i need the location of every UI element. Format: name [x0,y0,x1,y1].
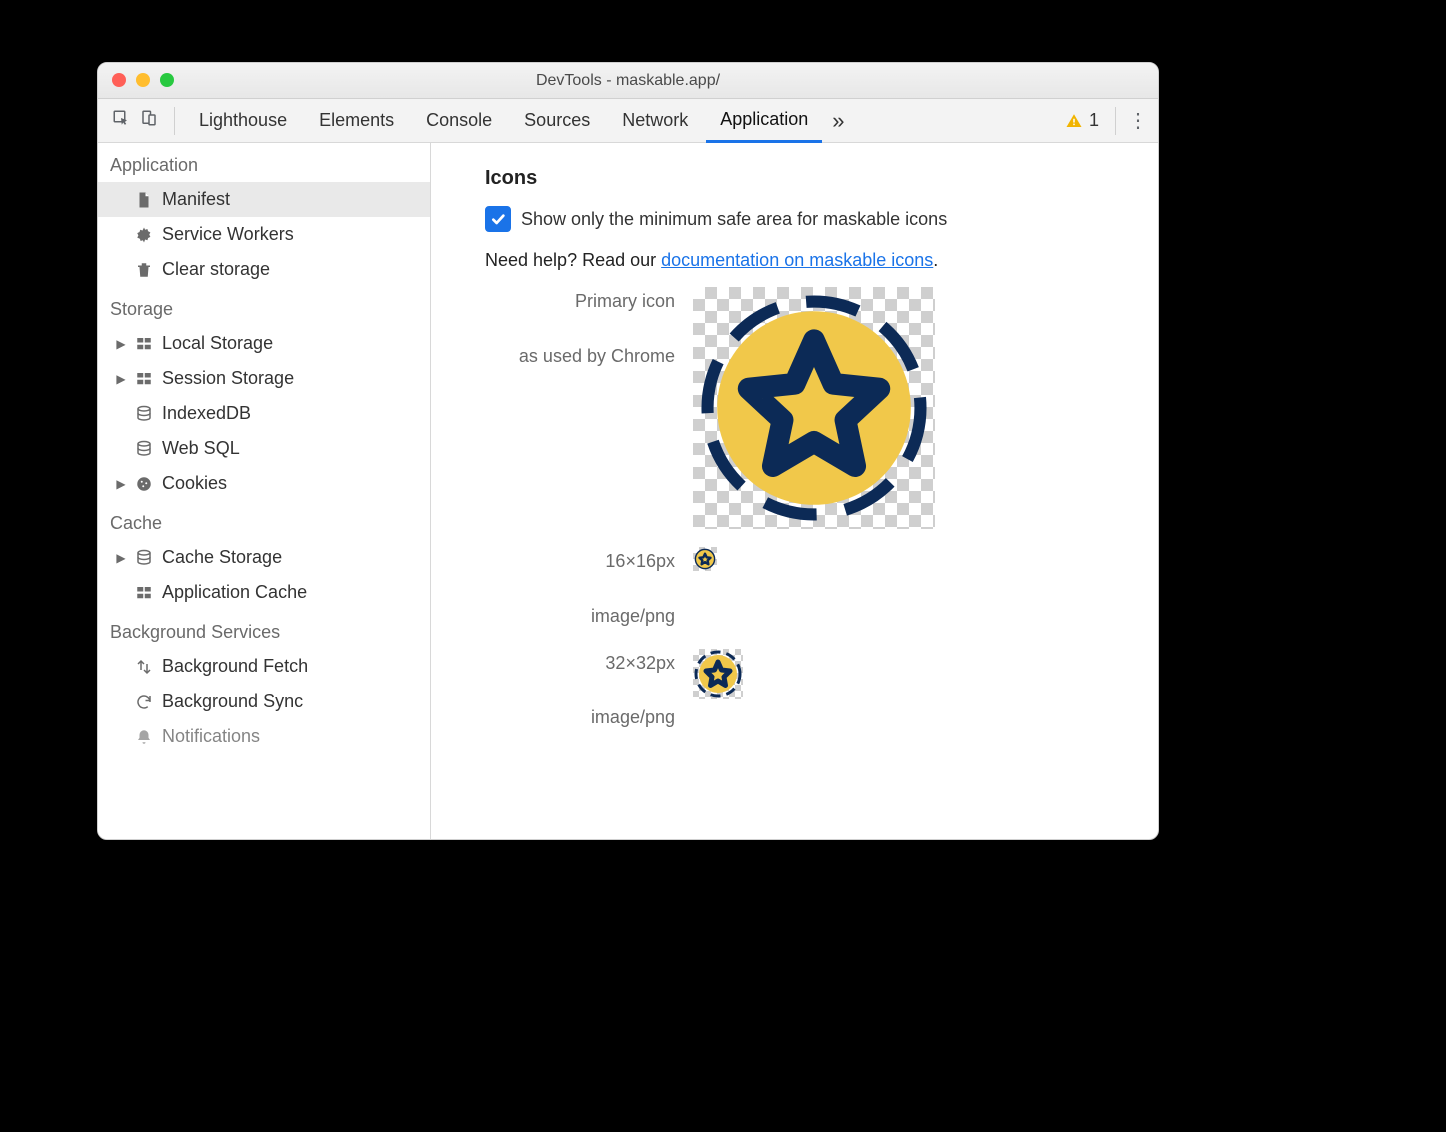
sidebar-item-label: Background Sync [162,691,303,712]
warning-icon [1065,112,1083,130]
tab-sources[interactable]: Sources [510,100,604,141]
help-text: Need help? Read our documentation on mas… [485,250,1128,271]
sidebar-item-label: Web SQL [162,438,240,459]
inspect-element-icon[interactable] [112,109,130,132]
grid-icon [134,335,154,353]
application-sidebar: Application Manifest Service Workers [98,143,431,839]
sidebar-item-label: Manifest [162,189,230,210]
icon-type-label: image/png [485,703,675,732]
sync-icon [134,693,154,711]
sidebar-item-background-fetch[interactable]: Background Fetch [98,649,430,684]
check-icon [490,211,506,227]
sidebar-item-label: Session Storage [162,368,294,389]
bell-icon [134,728,154,746]
star-icon [693,547,717,571]
tab-application[interactable]: Application [706,99,822,143]
tab-elements[interactable]: Elements [305,100,408,141]
sidebar-item-label: IndexedDB [162,403,251,424]
tab-lighthouse[interactable]: Lighthouse [185,100,301,141]
cookie-icon [134,475,154,493]
sidebar-item-application-cache[interactable]: Application Cache [98,575,430,610]
sidebar-item-local-storage[interactable]: ▶ Local Storage [98,326,430,361]
maskable-docs-link[interactable]: documentation on maskable icons [661,250,933,270]
device-toolbar-icon[interactable] [140,109,158,132]
sidebar-item-cache-storage[interactable]: ▶ Cache Storage [98,540,430,575]
tab-network[interactable]: Network [608,100,702,141]
icon-size-label: 32×32px [485,649,675,678]
minimize-window-button[interactable] [136,73,150,87]
window-title: DevTools - maskable.app/ [98,72,1158,90]
sidebar-item-label: Service Workers [162,224,294,245]
close-window-button[interactable] [112,73,126,87]
zoom-window-button[interactable] [160,73,174,87]
group-storage-header: Storage [98,287,430,326]
sidebar-item-label: Notifications [162,726,260,747]
sidebar-item-service-workers[interactable]: Service Workers [98,217,430,252]
tabs-overflow-button[interactable]: » [826,108,850,134]
trash-icon [134,261,154,279]
sidebar-item-cookies[interactable]: ▶ Cookies [98,466,430,501]
sidebar-item-label: Local Storage [162,333,273,354]
issues-warning-badge[interactable]: 1 [1059,110,1105,131]
grid-icon [134,584,154,602]
sidebar-item-label: Application Cache [162,582,307,603]
grid-icon [134,370,154,388]
sidebar-item-web-sql[interactable]: Web SQL [98,431,430,466]
window-controls [112,73,174,87]
database-icon [134,405,154,423]
sidebar-item-indexeddb[interactable]: IndexedDB [98,396,430,431]
gear-icon [134,226,154,244]
primary-icon-label: Primary icon [485,287,675,316]
icon-preview-16 [693,547,717,571]
icon-preview-32 [693,649,743,699]
sidebar-item-session-storage[interactable]: ▶ Session Storage [98,361,430,396]
chevron-right-icon: ▶ [116,372,126,386]
file-icon [134,191,154,209]
sidebar-item-notifications[interactable]: Notifications [98,719,430,754]
manifest-panel: Icons Show only the minimum safe area fo… [431,143,1158,839]
chevron-right-icon: ▶ [116,551,126,565]
divider [174,107,175,135]
primary-icon-preview [693,287,935,529]
icons-heading: Icons [485,167,1128,190]
sidebar-item-label: Background Fetch [162,656,308,677]
sidebar-item-label: Cache Storage [162,547,282,568]
database-icon [134,549,154,567]
group-cache-header: Cache [98,501,430,540]
sidebar-item-clear-storage[interactable]: Clear storage [98,252,430,287]
group-application-header: Application [98,143,430,182]
transfer-icon [134,658,154,676]
group-background-services-header: Background Services [98,610,430,649]
database-icon [134,440,154,458]
sidebar-item-label: Cookies [162,473,227,494]
more-options-button[interactable]: ⋮ [1126,108,1150,133]
star-icon [693,287,935,529]
primary-icon-sublabel: as used by Chrome [485,342,675,371]
safe-area-checkbox-label: Show only the minimum safe area for mask… [521,209,947,230]
star-icon [693,649,743,699]
chevron-right-icon: ▶ [116,477,126,491]
chevron-right-icon: ▶ [116,337,126,351]
devtools-window: DevTools - maskable.app/ Lighthouse Elem… [97,62,1159,840]
warning-count: 1 [1089,110,1099,131]
divider [1115,107,1116,135]
devtools-tabbar: Lighthouse Elements Console Sources Netw… [98,99,1158,143]
icon-size-label: 16×16px [485,547,675,576]
sidebar-item-label: Clear storage [162,259,270,280]
icon-type-label: image/png [485,602,675,631]
titlebar: DevTools - maskable.app/ [98,63,1158,99]
sidebar-item-manifest[interactable]: Manifest [98,182,430,217]
tab-console[interactable]: Console [412,100,506,141]
safe-area-checkbox[interactable] [485,206,511,232]
sidebar-item-background-sync[interactable]: Background Sync [98,684,430,719]
